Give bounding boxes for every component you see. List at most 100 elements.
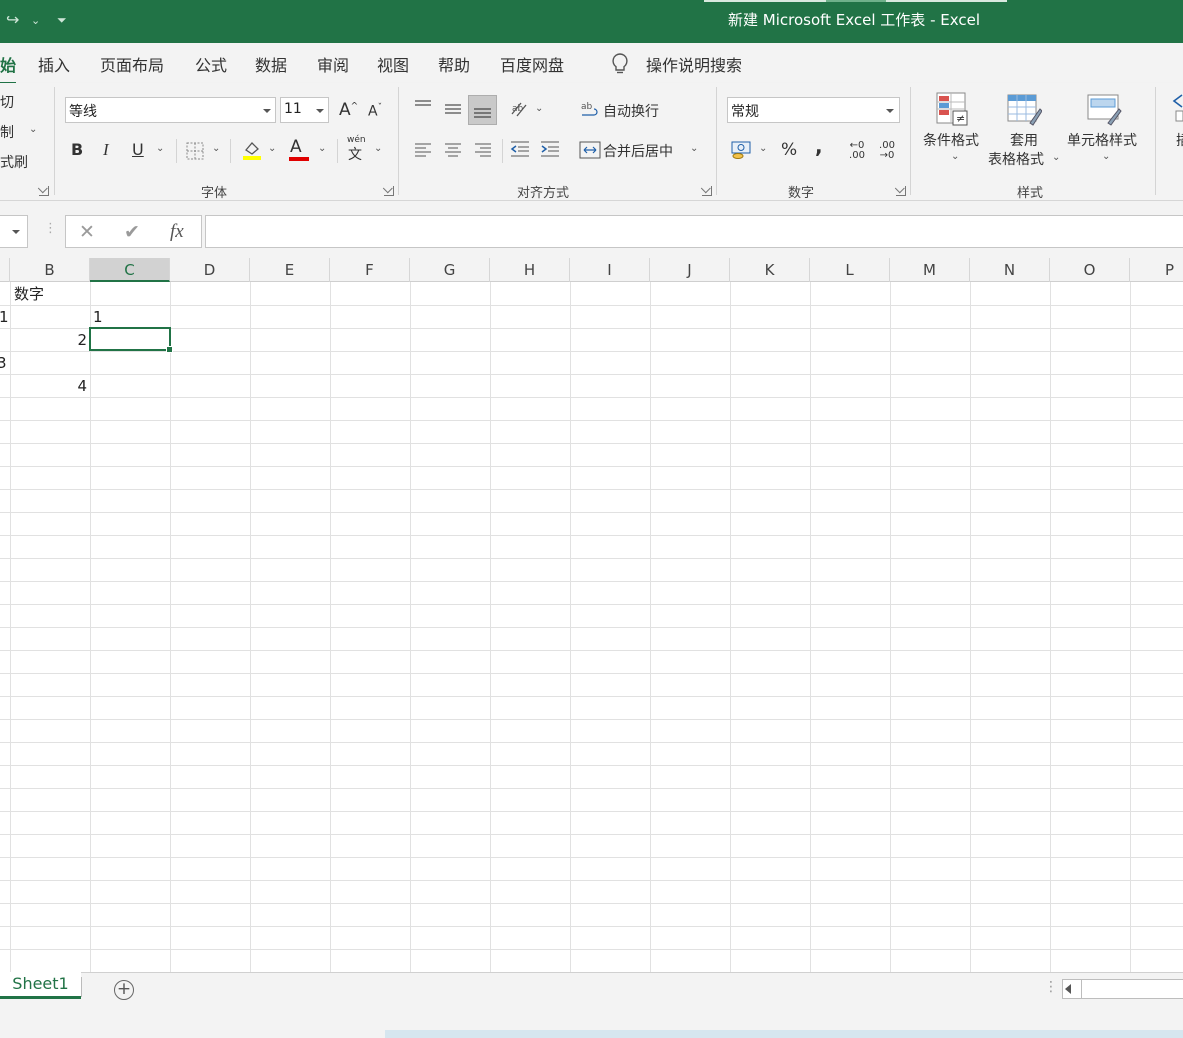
underline-button[interactable]: U: [132, 140, 144, 159]
comma-style-button[interactable]: ,: [815, 134, 823, 158]
worksheet-grid[interactable]: B C D E F G H I J K L M N O P 数字 1 1 2 3…: [0, 258, 1183, 972]
sheet-tab-sheet1[interactable]: Sheet1: [0, 972, 81, 999]
column-header-l[interactable]: L: [810, 258, 890, 282]
cell-b3[interactable]: 2: [10, 329, 87, 352]
font-launcher-icon[interactable]: [384, 186, 394, 196]
increase-decimal-button[interactable]: ←0 .00: [846, 141, 868, 161]
cell-styles-dropdown-icon[interactable]: ⌄: [1102, 151, 1110, 162]
horizontal-scrollbar[interactable]: [1062, 979, 1183, 999]
accounting-dropdown-icon[interactable]: ⌄: [759, 143, 767, 154]
clipboard-launcher-icon[interactable]: [39, 186, 49, 196]
decrease-indent-icon[interactable]: [509, 140, 531, 158]
font-name-combo[interactable]: 等线: [65, 97, 276, 123]
column-header-i[interactable]: I: [570, 258, 650, 282]
scroll-left-icon[interactable]: [1065, 984, 1071, 994]
wrap-text-button[interactable]: 自动换行: [603, 101, 659, 121]
cell-a4[interactable]: 3: [0, 352, 7, 375]
cell-a2[interactable]: 1: [0, 306, 9, 329]
name-box[interactable]: [0, 215, 28, 248]
alignment-launcher-icon[interactable]: [702, 186, 712, 196]
border-dropdown-icon[interactable]: ⌄: [212, 143, 220, 154]
number-launcher-icon[interactable]: [896, 186, 906, 196]
format-table-dropdown-icon[interactable]: ⌄: [1052, 152, 1060, 163]
conditional-formatting-icon[interactable]: ≠: [935, 91, 971, 127]
merge-center-icon[interactable]: [579, 140, 601, 160]
accounting-format-icon[interactable]: [730, 139, 754, 161]
column-header-f[interactable]: F: [330, 258, 410, 282]
cell-b1[interactable]: 数字: [14, 283, 44, 306]
cancel-icon[interactable]: ✕: [79, 221, 95, 243]
tab-formulas[interactable]: 公式: [195, 52, 227, 76]
phonetic-dropdown-icon[interactable]: ⌄: [374, 143, 382, 154]
active-cell-c3[interactable]: [89, 327, 173, 353]
cell-styles-button[interactable]: 单元格样式: [1067, 130, 1137, 150]
format-as-table-icon[interactable]: [1006, 91, 1042, 127]
formula-input[interactable]: [205, 215, 1183, 248]
percent-style-button[interactable]: %: [781, 140, 797, 160]
wrap-text-icon[interactable]: ab: [580, 100, 600, 120]
format-painter-button[interactable]: 式刷: [0, 152, 28, 172]
insert-cells-icon[interactable]: [1170, 91, 1183, 123]
tab-insert[interactable]: 插入: [38, 52, 70, 76]
cut-button[interactable]: 切: [0, 92, 14, 112]
column-header-c[interactable]: C: [90, 258, 170, 282]
merge-center-button[interactable]: 合并后居中: [603, 141, 673, 161]
increase-indent-icon[interactable]: [539, 140, 561, 158]
align-right-icon[interactable]: [473, 141, 493, 157]
fill-color-dropdown-icon[interactable]: ⌄: [268, 143, 276, 154]
border-icon[interactable]: [186, 142, 204, 160]
font-color-dropdown-icon[interactable]: ⌄: [318, 143, 326, 154]
conditional-dropdown-icon[interactable]: ⌄: [951, 151, 959, 162]
tell-me-search[interactable]: 操作说明搜索: [646, 52, 742, 76]
column-header-a[interactable]: [0, 258, 10, 282]
column-header-n[interactable]: N: [970, 258, 1050, 282]
copy-dropdown-icon[interactable]: ⌄: [29, 124, 37, 135]
font-color-button[interactable]: A: [290, 137, 302, 157]
cell-c2[interactable]: 1: [93, 306, 103, 329]
align-left-icon[interactable]: [413, 141, 433, 157]
tab-home[interactable]: 始: [0, 52, 17, 85]
middle-align-icon[interactable]: [442, 100, 464, 118]
insert-function-icon[interactable]: fx: [170, 221, 184, 243]
align-center-icon[interactable]: [443, 141, 463, 157]
copy-button[interactable]: 制: [0, 122, 14, 142]
conditional-formatting-button[interactable]: 条件格式: [923, 130, 979, 150]
column-header-g[interactable]: G: [410, 258, 490, 282]
column-header-j[interactable]: J: [650, 258, 730, 282]
tab-page-layout[interactable]: 页面布局: [100, 52, 164, 76]
fill-color-icon[interactable]: [241, 139, 263, 161]
column-header-p[interactable]: P: [1130, 258, 1183, 282]
cell-b5[interactable]: 4: [10, 375, 87, 398]
column-header-e[interactable]: E: [250, 258, 330, 282]
insert-cells-button[interactable]: 插: [1176, 130, 1183, 150]
redo-icon[interactable]: ↪: [6, 10, 19, 29]
column-header-d[interactable]: D: [170, 258, 250, 282]
format-as-table-line1[interactable]: 套用: [1010, 130, 1038, 150]
enter-icon[interactable]: ✔: [124, 221, 140, 243]
bold-button[interactable]: B: [71, 140, 83, 159]
decrease-decimal-button[interactable]: .00 →0: [876, 141, 898, 161]
format-as-table-button[interactable]: 表格格式: [988, 149, 1044, 169]
tab-help[interactable]: 帮助: [438, 52, 470, 76]
tab-review[interactable]: 审阅: [317, 52, 349, 76]
top-align-icon[interactable]: [412, 98, 434, 114]
add-sheet-icon[interactable]: +: [114, 980, 134, 1000]
number-format-combo[interactable]: 常规: [727, 97, 900, 123]
tab-data[interactable]: 数据: [255, 52, 287, 76]
merge-dropdown-icon[interactable]: ⌄: [690, 143, 698, 154]
tab-baidu-netdisk[interactable]: 百度网盘: [500, 52, 564, 76]
grow-font-button[interactable]: A^: [339, 100, 358, 120]
column-header-b[interactable]: B: [10, 258, 90, 282]
orientation-dropdown-icon[interactable]: ⌄: [535, 103, 543, 114]
column-header-o[interactable]: O: [1050, 258, 1130, 282]
bottom-align-button[interactable]: [468, 95, 497, 125]
font-size-combo[interactable]: 11: [280, 97, 329, 123]
orientation-icon[interactable]: ab: [509, 99, 531, 119]
column-header-h[interactable]: H: [490, 258, 570, 282]
customize-icon[interactable]: ⏷: [57, 13, 67, 28]
italic-button[interactable]: I: [103, 140, 109, 160]
formula-bar-grip-icon[interactable]: ⋮: [44, 221, 57, 236]
column-header-k[interactable]: K: [730, 258, 810, 282]
shrink-font-button[interactable]: Aˇ: [368, 103, 382, 120]
tab-view[interactable]: 视图: [377, 52, 409, 76]
